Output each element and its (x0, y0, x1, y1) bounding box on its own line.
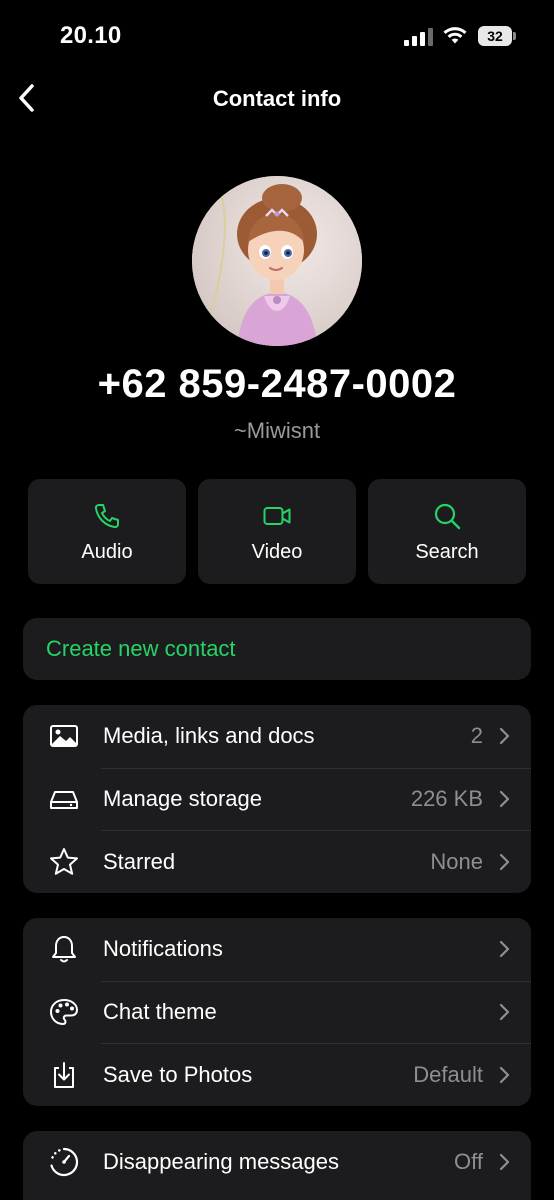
video-call-button[interactable]: Video (198, 479, 356, 584)
chat-theme-row[interactable]: Chat theme (23, 980, 531, 1044)
chevron-right-icon (499, 728, 510, 745)
audio-call-button[interactable]: Audio (28, 479, 186, 584)
timer-icon (47, 1145, 81, 1179)
media-section: Media, links and docs 2 Manage storage 2… (23, 705, 531, 893)
contact-nickname: ~Miwisnt (233, 418, 321, 443)
disappearing-messages-label: Disappearing messages (103, 1149, 340, 1175)
search-icon (434, 503, 461, 530)
battery-level: 32 (478, 26, 512, 46)
create-new-contact-button[interactable]: Create new contact (23, 618, 531, 680)
storage-size: 226 KB (410, 786, 483, 812)
star-icon (47, 845, 81, 879)
audio-call-label: Audio (81, 541, 133, 563)
chevron-right-icon (499, 790, 510, 808)
chevron-right-icon (499, 1003, 510, 1021)
media-links-docs-label: Media, links and docs (103, 723, 315, 749)
page-title: Contact info (212, 86, 342, 111)
phone-icon (94, 504, 119, 529)
storage-icon (47, 782, 81, 816)
create-new-contact-label: Create new contact (46, 636, 236, 661)
manage-storage-label: Manage storage (103, 786, 262, 812)
avatar-illustration (192, 176, 362, 346)
cellular-signal-icon (404, 28, 433, 46)
disappearing-messages-value: Off (454, 1149, 483, 1175)
media-links-docs-row[interactable]: Media, links and docs 2 (23, 705, 531, 768)
status-bar: 20.10 32 (0, 0, 554, 70)
chat-theme-label: Chat theme (103, 999, 217, 1025)
notifications-row[interactable]: Notifications (23, 918, 531, 981)
save-to-photos-value: Default (413, 1061, 483, 1087)
starred-value: None (430, 848, 483, 874)
save-to-photos-row[interactable]: Save to Photos Default (23, 1043, 531, 1106)
chevron-right-icon (499, 1066, 510, 1083)
image-icon (47, 719, 81, 753)
chevron-right-icon (499, 941, 510, 958)
video-call-label: Video (251, 541, 303, 563)
notifications-label: Notifications (103, 936, 223, 962)
contact-phone-number: +62 859-2487-0002 (97, 362, 457, 406)
disappearing-messages-row[interactable]: Disappearing messages Off (23, 1131, 531, 1194)
search-button[interactable]: Search (368, 479, 526, 584)
battery-indicator: 32 (478, 26, 516, 46)
settings-section: Notifications Chat theme Save to Photos … (23, 918, 531, 1106)
video-icon (263, 507, 291, 525)
status-time: 20.10 (60, 22, 122, 49)
chevron-right-icon (499, 1154, 510, 1171)
save-to-photos-label: Save to Photos (103, 1061, 253, 1087)
chevron-right-icon (499, 853, 510, 870)
download-icon (47, 1058, 81, 1092)
avatar[interactable] (192, 176, 362, 346)
quick-actions: Audio Video Search (28, 479, 526, 584)
bell-icon (47, 932, 81, 966)
wifi-icon (443, 27, 467, 44)
starred-label: Starred (103, 848, 176, 874)
manage-storage-row[interactable]: Manage storage 226 KB (23, 767, 531, 831)
search-label: Search (415, 541, 479, 563)
battery-tip (513, 32, 516, 40)
starred-row[interactable]: Starred None (23, 830, 531, 893)
palette-icon (47, 995, 81, 1029)
disappearing-section: Disappearing messages Off (23, 1131, 531, 1200)
media-count: 2 (470, 723, 483, 749)
